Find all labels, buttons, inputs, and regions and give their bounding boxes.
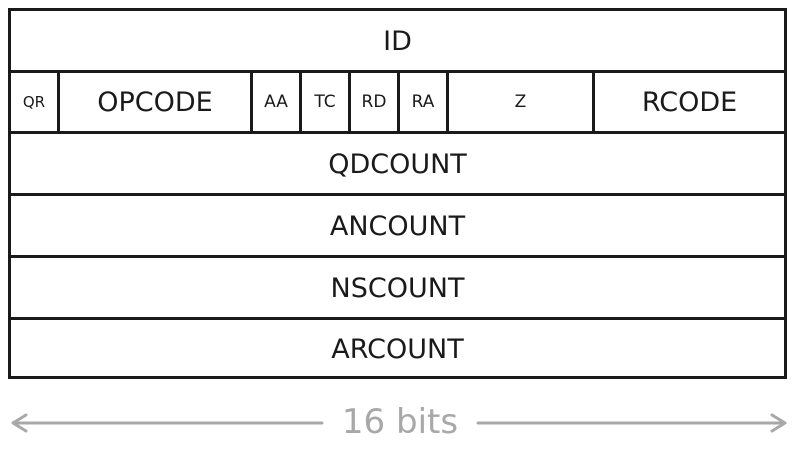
field-ancount: ANCOUNT xyxy=(329,211,466,242)
row-id: ID xyxy=(11,11,784,73)
dns-header-diagram: ID QR OPCODE AA TC RD RA Z RCODE QDCOUNT… xyxy=(8,8,787,379)
row-ancount: ANCOUNT xyxy=(11,196,784,258)
row-qdcount: QDCOUNT xyxy=(11,134,784,196)
row-nscount: NSCOUNT xyxy=(11,258,784,320)
field-z: Z xyxy=(449,73,595,131)
field-ra: RA xyxy=(400,73,449,131)
field-id: ID xyxy=(383,26,412,57)
row-flags: QR OPCODE AA TC RD RA Z RCODE xyxy=(11,73,784,134)
field-qdcount: QDCOUNT xyxy=(328,149,467,180)
field-tc: TC xyxy=(302,73,351,131)
row-arcount: ARCOUNT xyxy=(11,320,784,376)
field-arcount: ARCOUNT xyxy=(331,333,464,365)
field-nscount: NSCOUNT xyxy=(330,273,465,304)
field-rd: RD xyxy=(351,73,400,131)
field-qr: QR xyxy=(11,73,60,131)
field-rcode: RCODE xyxy=(641,86,738,118)
width-label: 16 bits xyxy=(341,402,459,442)
width-indicator: 16 bits xyxy=(0,398,800,448)
field-aa: AA xyxy=(253,73,302,131)
field-opcode: OPCODE xyxy=(60,73,253,131)
